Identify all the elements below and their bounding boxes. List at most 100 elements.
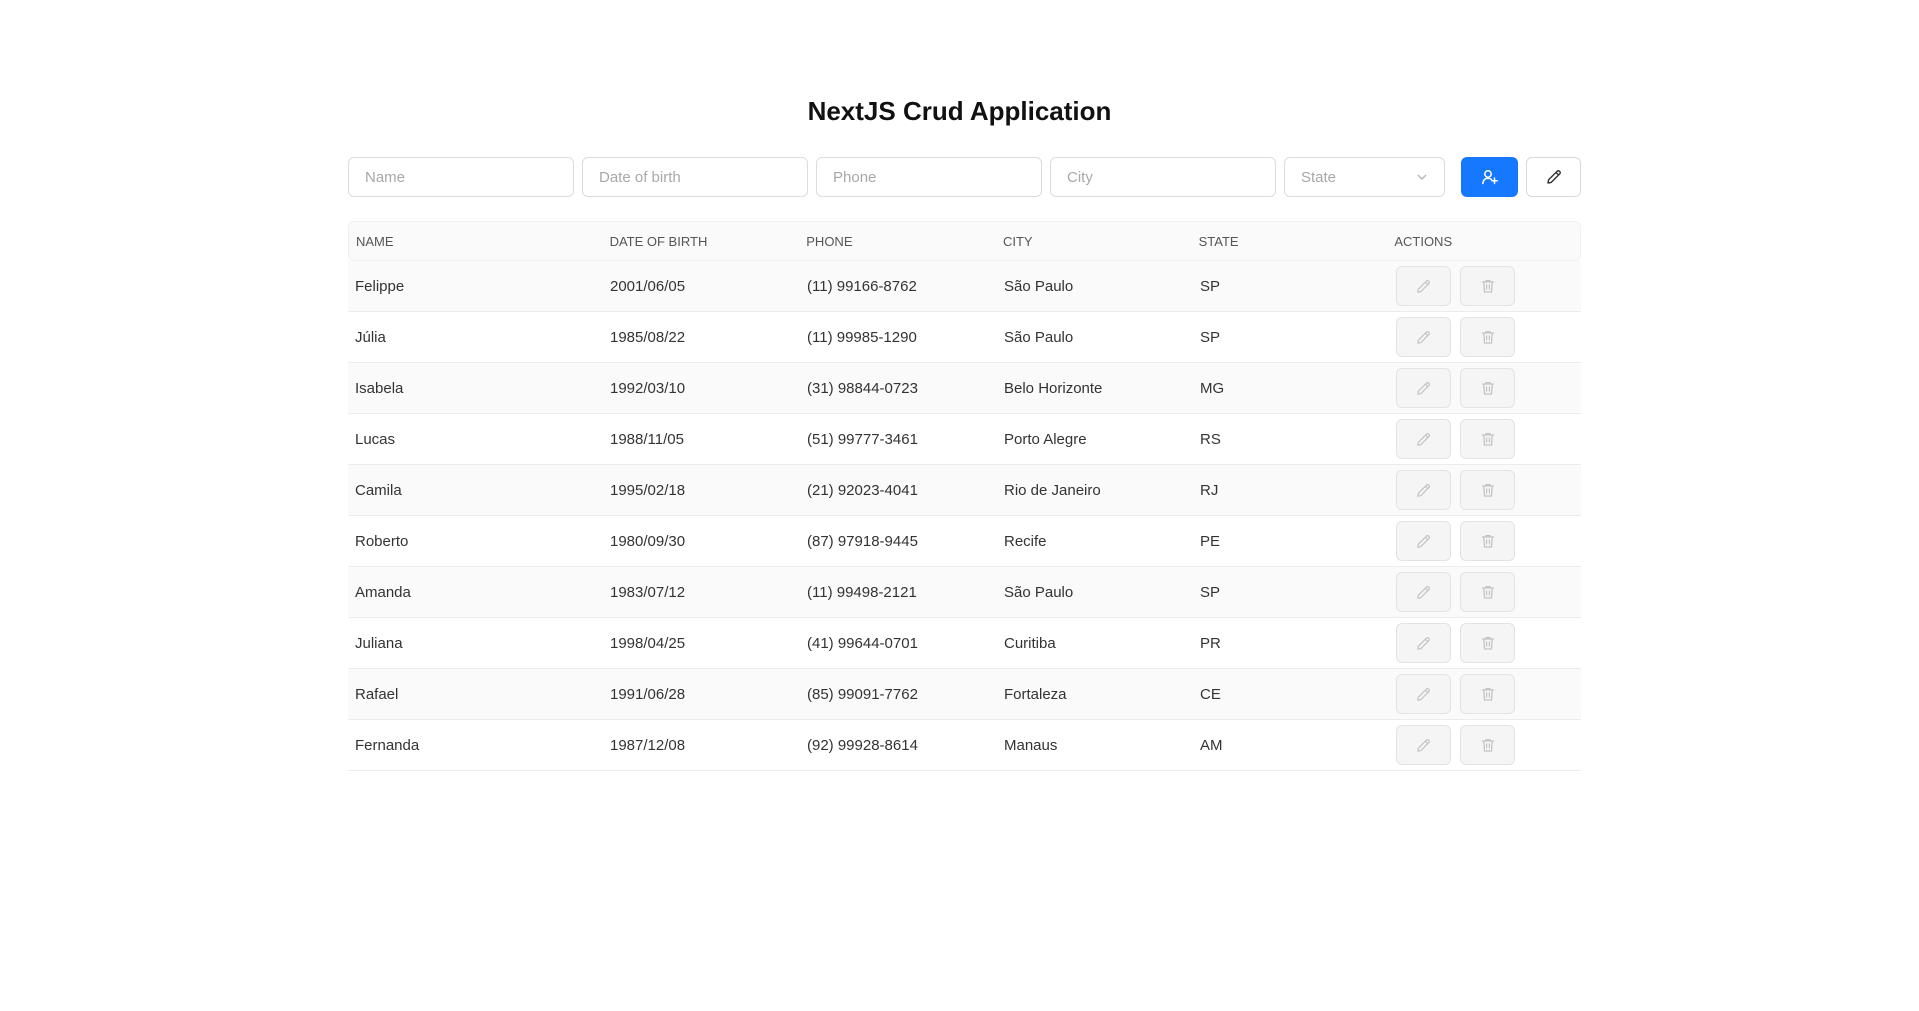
row-delete-button[interactable] [1460,368,1515,408]
cell-name: Camila [355,481,402,499]
row-edit-button[interactable] [1396,623,1451,663]
row-delete-button[interactable] [1460,470,1515,510]
cell-name: Juliana [355,634,403,652]
table-row: Isabela 1992/03/10 (31) 98844-0723 Belo … [348,363,1581,414]
edit-icon [1415,380,1432,397]
table-row: Roberto 1980/09/30 (87) 97918-9445 Recif… [348,516,1581,567]
cell-state: SP [1200,328,1221,346]
cell-date-of-birth: 1998/04/25 [610,634,686,652]
edit-icon [1415,329,1432,346]
cell-state: PR [1200,634,1221,652]
cell-phone: (51) 99777-3461 [807,430,918,448]
cell-city: Rio de Janeiro [1004,481,1101,499]
edit-user-button[interactable] [1526,157,1581,197]
state-select-placeholder: State [1301,168,1337,186]
cell-actions [1384,521,1581,561]
cell-actions [1384,470,1581,510]
row-edit-button[interactable] [1396,419,1451,459]
cell-city: Recife [1004,532,1047,550]
row-edit-button[interactable] [1396,317,1451,357]
edit-icon [1415,635,1432,652]
cell-date-of-birth: 1992/03/10 [610,379,686,397]
delete-icon [1480,635,1496,651]
state-select[interactable]: State [1284,157,1446,197]
table-row: Felippe 2001/06/05 (11) 99166-8762 São P… [348,261,1581,312]
edit-icon [1415,737,1432,754]
page-title: NextJS Crud Application [807,96,1112,126]
column-header-city: City [1002,233,1033,249]
phone-input[interactable] [816,157,1042,197]
cell-city: Curitiba [1004,634,1056,652]
date-of-birth-input[interactable] [582,157,808,197]
cell-name: Roberto [355,532,409,550]
edit-icon [1415,278,1432,295]
row-edit-button[interactable] [1396,572,1451,612]
table-row: Amanda 1983/07/12 (11) 99498-2121 São Pa… [348,567,1581,618]
edit-icon [1545,168,1563,186]
cell-phone: (31) 98844-0723 [807,379,918,397]
cell-city: São Paulo [1004,328,1074,346]
cell-phone: (41) 99644-0701 [807,634,918,652]
cell-actions [1384,266,1581,306]
row-delete-button[interactable] [1460,521,1515,561]
cell-city: São Paulo [1004,583,1074,601]
cell-city: São Paulo [1004,277,1074,295]
table-row: Júlia 1985/08/22 (11) 99985-1290 São Pau… [348,312,1581,363]
row-delete-button[interactable] [1460,419,1515,459]
cell-actions [1384,725,1581,765]
cell-date-of-birth: 1988/11/05 [610,430,684,448]
row-delete-button[interactable] [1460,674,1515,714]
column-header-name: Name [356,233,394,249]
edit-icon [1415,431,1432,448]
row-edit-button[interactable] [1396,521,1451,561]
edit-icon [1415,482,1432,499]
row-edit-button[interactable] [1396,470,1451,510]
cell-state: RS [1200,430,1221,448]
cell-date-of-birth: 1995/02/18 [610,481,686,499]
delete-icon [1480,533,1496,549]
delete-icon [1480,380,1496,396]
cell-state: CE [1200,685,1221,703]
cell-phone: (85) 99091-7762 [807,685,918,703]
name-input[interactable] [348,157,574,197]
cell-date-of-birth: 1991/06/28 [610,685,686,703]
row-edit-button[interactable] [1396,725,1451,765]
cell-city: Fortaleza [1004,685,1067,703]
cell-state: SP [1200,277,1221,295]
table-row: Fernanda 1987/12/08 (92) 99928-8614 Mana… [348,720,1581,771]
table-row: Rafael 1991/06/28 (85) 99091-7762 Fortal… [348,669,1581,720]
table-header: Name Date of birth Phone City State Acti… [348,221,1581,261]
row-delete-button[interactable] [1460,317,1515,357]
table-body: Felippe 2001/06/05 (11) 99166-8762 São P… [348,261,1581,771]
row-delete-button[interactable] [1460,572,1515,612]
row-delete-button[interactable] [1460,725,1515,765]
edit-icon [1415,584,1432,601]
cell-name: Lucas [355,430,396,448]
cell-state: AM [1200,736,1223,754]
cell-date-of-birth: 1983/07/12 [610,583,686,601]
row-edit-button[interactable] [1396,368,1451,408]
row-delete-button[interactable] [1460,623,1515,663]
chevron-down-icon [1416,171,1428,183]
cell-city: Porto Alegre [1004,430,1087,448]
city-input[interactable] [1050,157,1276,197]
delete-icon [1480,431,1496,447]
cell-city: Manaus [1004,736,1058,754]
cell-name: Felippe [355,277,405,295]
cell-name: Isabela [355,379,404,397]
cell-phone: (11) 99498-2121 [807,583,917,601]
delete-icon [1480,329,1496,345]
edit-icon [1415,686,1432,703]
cell-actions [1384,368,1581,408]
add-user-button[interactable] [1461,157,1519,197]
delete-icon [1480,686,1496,702]
row-edit-button[interactable] [1396,674,1451,714]
column-header-actions: Actions [1394,233,1453,249]
cell-name: Júlia [355,328,386,346]
row-edit-button[interactable] [1396,266,1451,306]
row-delete-button[interactable] [1460,266,1515,306]
cell-name: Rafael [355,685,399,703]
cell-city: Belo Horizonte [1004,379,1103,397]
cell-state: RJ [1200,481,1219,499]
cell-actions [1384,317,1581,357]
